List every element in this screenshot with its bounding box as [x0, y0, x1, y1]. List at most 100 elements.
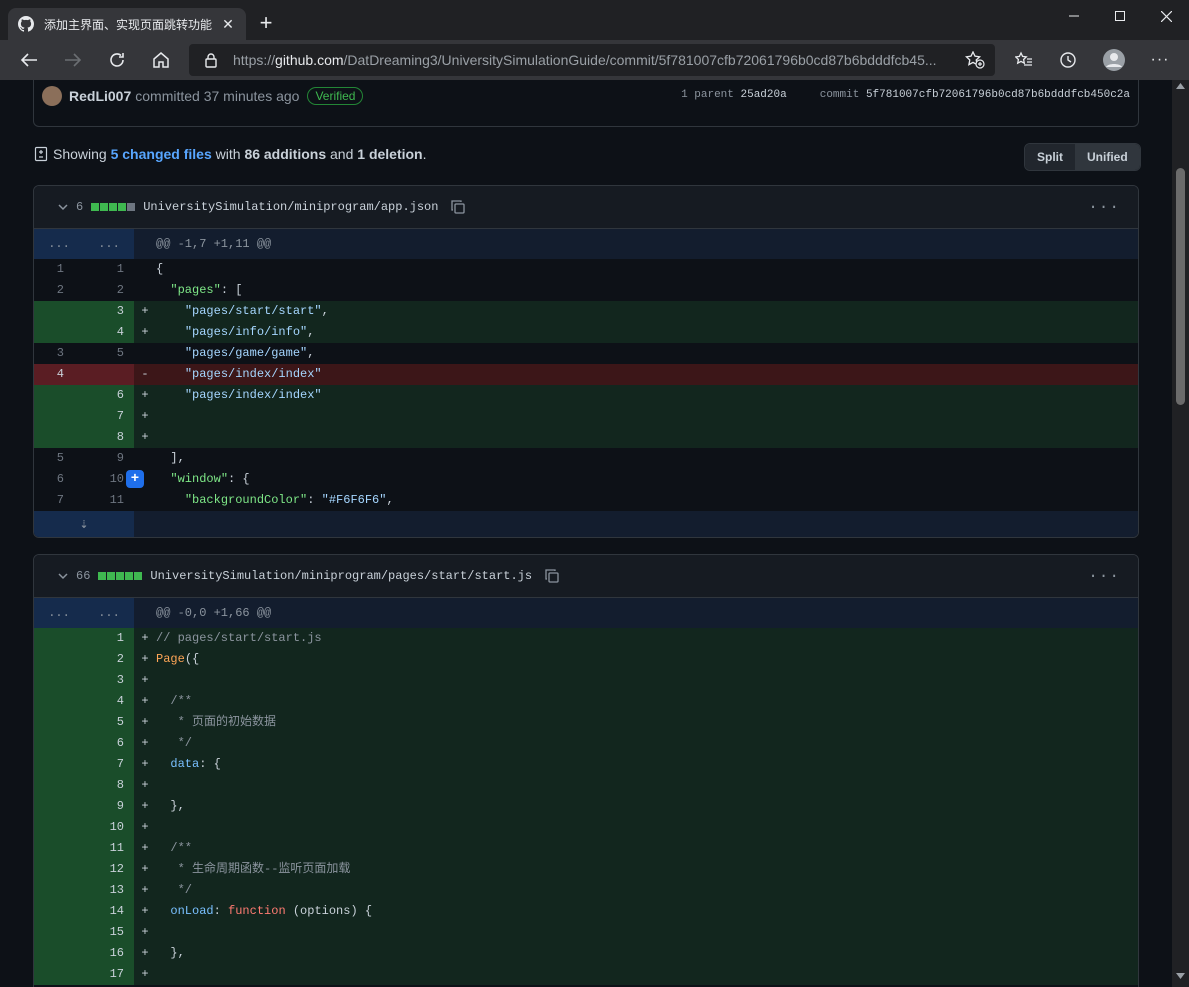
new-line-number[interactable]: 2 — [84, 280, 134, 301]
expand-down-icon[interactable]: ⇣ — [34, 511, 134, 537]
new-line-number[interactable]: 16 — [84, 943, 134, 964]
old-line-number[interactable] — [34, 817, 84, 838]
address-bar[interactable]: https://github.com/DatDreaming3/Universi… — [189, 44, 995, 76]
new-line-number[interactable]: 10 — [84, 817, 134, 838]
new-line-number[interactable]: 5 — [84, 343, 134, 364]
old-line-number[interactable] — [34, 406, 84, 427]
minimize-button[interactable] — [1051, 0, 1097, 32]
old-line-number[interactable] — [34, 922, 84, 943]
split-view-button[interactable]: Split — [1025, 144, 1075, 170]
old-line-number[interactable]: 5 — [34, 448, 84, 469]
new-line-number[interactable]: 8 — [84, 775, 134, 796]
new-line-number[interactable]: 11 — [84, 490, 134, 511]
old-line-number[interactable] — [34, 775, 84, 796]
scroll-down-icon[interactable] — [1176, 973, 1185, 979]
hunk-expand-right[interactable]: ... — [84, 229, 134, 259]
home-button[interactable] — [145, 44, 177, 76]
verified-badge[interactable]: Verified — [307, 87, 364, 105]
new-line-number[interactable]: 4 — [84, 322, 134, 343]
copy-icon[interactable] — [544, 568, 560, 584]
hunk-expand-right[interactable]: ... — [84, 598, 134, 628]
chevron-down-icon[interactable] — [54, 201, 72, 213]
favorites-button[interactable] — [1008, 44, 1040, 76]
back-button[interactable] — [13, 44, 45, 76]
new-line-number[interactable]: 11 — [84, 838, 134, 859]
new-line-number[interactable]: 9 — [84, 796, 134, 817]
new-line-number[interactable]: 3 — [84, 301, 134, 322]
add-comment-button[interactable]: + — [126, 470, 144, 488]
new-tab-button[interactable]: + — [254, 12, 278, 36]
changed-files-link[interactable]: 5 changed files — [111, 146, 212, 162]
new-line-number[interactable]: 15 — [84, 922, 134, 943]
new-line-number[interactable]: 12 — [84, 859, 134, 880]
copy-icon[interactable] — [450, 199, 466, 215]
hunk-expand-left[interactable]: ... — [34, 229, 84, 259]
old-line-number[interactable] — [34, 712, 84, 733]
old-line-number[interactable] — [34, 754, 84, 775]
browser-tab[interactable]: 添加主界面、实现页面跳转功能 ✕ — [8, 8, 246, 40]
hunk-expand-left[interactable]: ... — [34, 598, 84, 628]
old-line-number[interactable]: 1 — [34, 259, 84, 280]
unified-view-button[interactable]: Unified — [1075, 144, 1140, 170]
profile-button[interactable] — [1098, 44, 1130, 76]
avatar[interactable] — [42, 86, 62, 106]
new-line-number[interactable] — [84, 364, 134, 385]
new-line-number[interactable]: 14 — [84, 901, 134, 922]
new-line-number[interactable]: 6 — [84, 385, 134, 406]
new-line-number[interactable]: 8 — [84, 427, 134, 448]
new-line-number[interactable]: 5 — [84, 712, 134, 733]
old-line-number[interactable] — [34, 733, 84, 754]
file-name-link[interactable]: UniversitySimulation/miniprogram/app.jso… — [143, 200, 438, 214]
old-line-number[interactable] — [34, 628, 84, 649]
scroll-up-icon[interactable] — [1176, 83, 1185, 89]
forward-button[interactable] — [57, 44, 89, 76]
old-line-number[interactable] — [34, 880, 84, 901]
old-line-number[interactable] — [34, 691, 84, 712]
old-line-number[interactable] — [34, 649, 84, 670]
old-line-number[interactable]: 3 — [34, 343, 84, 364]
settings-more-button[interactable]: ··· — [1144, 44, 1176, 76]
old-line-number[interactable] — [34, 301, 84, 322]
maximize-button[interactable] — [1097, 0, 1143, 32]
old-line-number[interactable] — [34, 859, 84, 880]
old-line-number[interactable] — [34, 427, 84, 448]
new-line-number[interactable]: 3 — [84, 670, 134, 691]
new-line-number[interactable]: 4 — [84, 691, 134, 712]
vertical-scrollbar[interactable] — [1172, 80, 1189, 987]
old-line-number[interactable]: 6 — [34, 469, 84, 490]
file-menu-icon[interactable]: ··· — [1088, 198, 1120, 216]
new-line-number[interactable]: 1 — [84, 628, 134, 649]
reload-button[interactable] — [101, 44, 133, 76]
expand-down-row[interactable]: ⇣ — [34, 511, 1138, 537]
new-line-number[interactable]: 2 — [84, 649, 134, 670]
url-text[interactable]: https://github.com/DatDreaming3/Universi… — [233, 52, 953, 68]
author-link[interactable]: RedLi007 — [69, 88, 131, 104]
old-line-number[interactable] — [34, 322, 84, 343]
old-line-number[interactable]: 4 — [34, 364, 84, 385]
new-line-number[interactable]: 6 — [84, 733, 134, 754]
history-button[interactable] — [1052, 44, 1084, 76]
old-line-number[interactable] — [34, 964, 84, 985]
old-line-number[interactable] — [34, 385, 84, 406]
close-tab-icon[interactable]: ✕ — [220, 16, 236, 33]
chevron-down-icon[interactable] — [54, 570, 72, 582]
lock-icon[interactable] — [203, 52, 219, 68]
new-line-number[interactable]: 7 — [84, 754, 134, 775]
old-line-number[interactable]: 7 — [34, 490, 84, 511]
new-line-number[interactable]: 13 — [84, 880, 134, 901]
old-line-number[interactable] — [34, 796, 84, 817]
close-window-button[interactable] — [1143, 0, 1189, 32]
new-line-number[interactable]: 1 — [84, 259, 134, 280]
new-line-number[interactable]: 9 — [84, 448, 134, 469]
file-menu-icon[interactable]: ··· — [1088, 567, 1120, 585]
file-name-link[interactable]: UniversitySimulation/miniprogram/pages/s… — [150, 569, 532, 583]
old-line-number[interactable] — [34, 943, 84, 964]
scrollbar-thumb[interactable] — [1176, 168, 1185, 405]
old-line-number[interactable] — [34, 901, 84, 922]
old-line-number[interactable] — [34, 670, 84, 691]
new-line-number[interactable]: 7 — [84, 406, 134, 427]
new-line-number[interactable]: 17 — [84, 964, 134, 985]
old-line-number[interactable] — [34, 838, 84, 859]
old-line-number[interactable]: 2 — [34, 280, 84, 301]
parent-sha-link[interactable]: 25ad20a — [741, 89, 787, 101]
